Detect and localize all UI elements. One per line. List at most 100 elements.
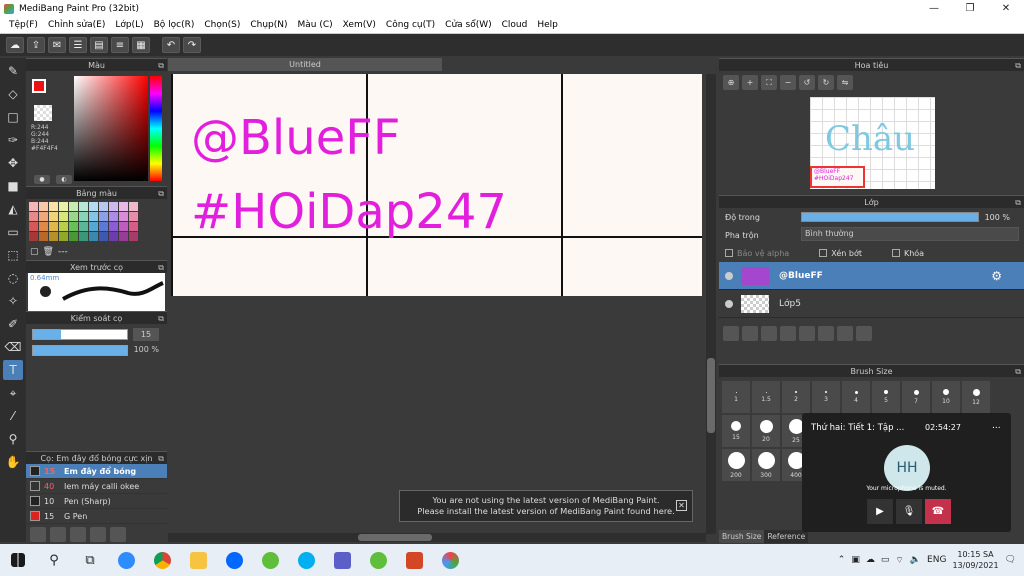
powerpoint-icon[interactable] [396,544,432,576]
duplicate-layer-icon[interactable] [818,325,834,341]
palette-swatch[interactable] [89,212,98,221]
brush-list-item[interactable]: 15 Em đây đổ bóng [26,464,167,479]
canvas-page[interactable]: @BlueFF #HOiDap247 [171,74,702,296]
zoom-in-icon[interactable]: ⊕ [723,74,739,90]
share-icon[interactable]: ⇪ [27,37,45,53]
delete-palette-icon[interactable]: 🗑 [43,247,54,257]
palette-swatch[interactable] [89,222,98,231]
bucket-tool-icon[interactable]: ◭ [3,199,23,219]
palette-swatch[interactable] [119,232,128,241]
hue-slider[interactable] [150,76,162,181]
undo-icon[interactable]: ↶ [162,37,180,53]
cloud-icon[interactable]: ☁ [6,37,24,53]
file-explorer-icon[interactable] [180,544,216,576]
layer-opacity-slider[interactable] [801,212,979,222]
menu-cloud[interactable]: Cloud [497,20,533,30]
menu-edit[interactable]: Chỉnh sửa(E) [43,20,110,30]
add-brush-icon[interactable] [50,527,66,542]
palette-swatch[interactable] [109,202,118,211]
palette-swatch[interactable] [79,202,88,211]
brush-options-icon[interactable] [70,527,86,542]
transparent-color-swatch[interactable] [34,105,52,121]
add-brush-cloud-icon[interactable] [30,527,46,542]
color-mode-button[interactable]: ● [34,175,50,184]
volume-icon[interactable]: 🔈 [910,555,921,565]
maximize-button[interactable]: ❐ [952,3,988,14]
brush-copy-icon[interactable] [110,527,126,542]
brush-size-cell[interactable]: 10 [932,381,960,413]
zoom-out-icon[interactable]: − [780,74,796,90]
search-icon[interactable]: ⚲ [36,544,72,576]
coccoc-2-icon[interactable] [360,544,396,576]
saturation-value-picker[interactable] [74,76,148,181]
palette-swatch[interactable] [109,212,118,221]
brush-opacity-slider[interactable] [32,345,128,356]
comment-icon[interactable]: ✉ [48,37,66,53]
select-eraser-icon[interactable]: ⌫ [3,337,23,357]
windows-start-icon[interactable] [0,544,36,576]
pen-tool-icon[interactable]: ✑ [3,130,23,150]
brush-size-cell[interactable]: 2 [782,381,810,413]
brush-size-cell[interactable]: 1 [722,381,750,413]
chat-icon[interactable]: ☰ [69,37,87,53]
brush-size-cell[interactable]: 12 [962,381,990,413]
onedrive-icon[interactable]: ☁ [866,555,875,565]
battery-icon[interactable]: ▭ [881,555,890,565]
palette-swatch[interactable] [49,202,58,211]
flip-icon[interactable]: ⇋ [837,74,853,90]
merge-layer-icon[interactable] [837,325,853,341]
menu-tools[interactable]: Công cụ(T) [381,20,440,30]
palette-swatch[interactable] [89,232,98,241]
menu-select[interactable]: Chọn(S) [199,20,245,30]
palette-swatch[interactable] [119,212,128,221]
palette-swatch[interactable] [49,232,58,241]
brush-size-cell[interactable]: 300 [752,449,780,481]
brush-list-item[interactable]: 15 G Pen [26,509,167,524]
menu-filter[interactable]: Bộ lọc(R) [149,20,200,30]
rotate-right-icon[interactable]: ↻ [818,74,834,90]
palette-swatch[interactable] [99,232,108,241]
foreground-color-swatch[interactable] [32,79,46,93]
grid-icon[interactable]: ▦ [132,37,150,53]
move-tool-icon[interactable]: ✥ [3,153,23,173]
palette-swatch[interactable] [59,202,68,211]
delete-layer-icon[interactable] [856,325,872,341]
palette-swatch[interactable] [109,222,118,231]
network-icon[interactable]: ⌔ [895,555,903,566]
document-tab[interactable]: Untitled [168,58,442,71]
add-layer-menu-icon[interactable] [780,325,796,341]
canvas-horizontal-scrollbar[interactable] [168,533,706,542]
brush-size-cell[interactable]: 3 [812,381,840,413]
skype-icon[interactable] [288,544,324,576]
teams-icon[interactable] [324,544,360,576]
text-tool-icon[interactable]: T [3,360,23,380]
layer-row[interactable]: @BlueFF ⚙ [719,262,1024,290]
layer-row[interactable]: Lớp5 [719,290,1024,318]
menu-snap[interactable]: Chụp(N) [245,20,292,30]
tray-app-icon[interactable]: ▣ [851,555,860,565]
canvas-text-line1[interactable]: @BlueFF [191,106,400,170]
palette-swatch[interactable] [39,222,48,231]
canvas-text-line2[interactable]: #HOiDap247 [191,180,507,244]
zalo-icon[interactable] [216,544,252,576]
menu-help[interactable]: Help [532,20,563,30]
brush-folder-icon[interactable] [90,527,106,542]
fit-icon[interactable]: ⛶ [761,74,777,90]
palette-swatch[interactable] [69,232,78,241]
palette-swatch[interactable] [109,232,118,241]
menu-view[interactable]: Xem(V) [338,20,381,30]
brush-tool-icon[interactable]: ✎ [3,61,23,81]
hang-up-icon[interactable]: ☎ [925,499,951,524]
brush-list-item[interactable]: 10 Pen (Sharp) [26,494,167,509]
update-notice[interactable]: You are not using the latest version of … [399,490,693,522]
palette-swatch[interactable] [29,212,38,221]
brush-size-cell[interactable]: 200 [722,449,750,481]
palette-swatch[interactable] [79,212,88,221]
tab-brush-size[interactable]: Brush Size [719,530,765,543]
palette-swatch[interactable] [99,202,108,211]
call-window[interactable]: Thứ hai: Tiết 1: Tập ... 02:54:27 ... HH… [802,413,1011,532]
palette-swatch[interactable] [59,222,68,231]
camera-icon[interactable]: ▶ [867,499,893,524]
palette-swatch[interactable] [39,212,48,221]
close-button[interactable]: ✕ [988,3,1024,14]
